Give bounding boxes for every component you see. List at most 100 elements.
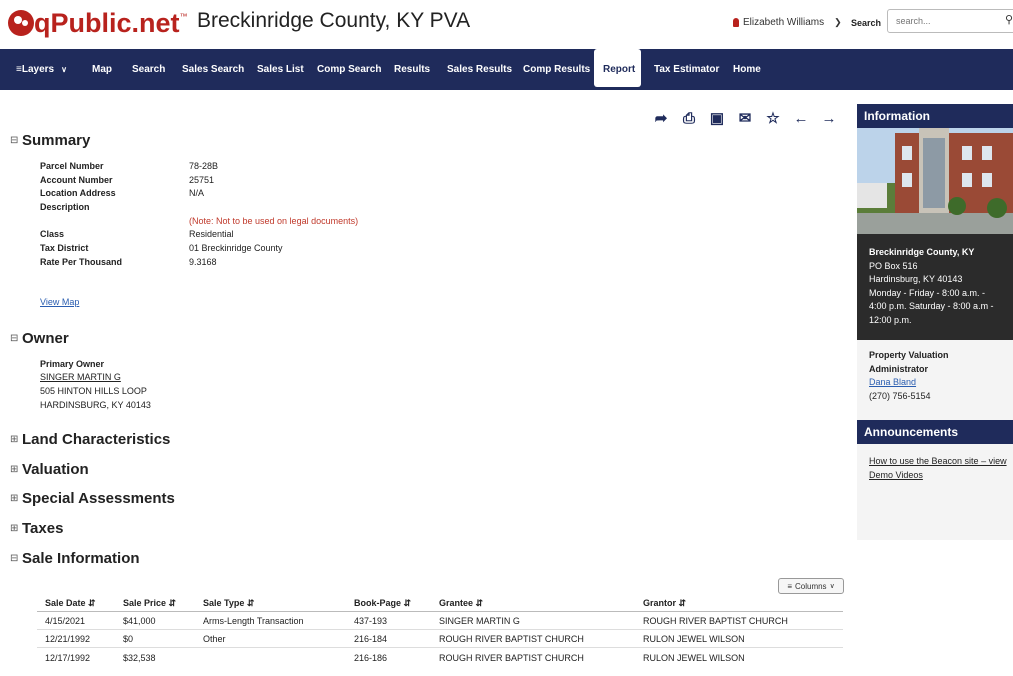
logo-trademark: ™ [179, 12, 188, 21]
nav-sales-search[interactable]: Sales Search [182, 49, 244, 90]
office-name: Breckinridge County, KY [869, 247, 975, 257]
nav-layers[interactable]: ≡Layers ∨ [16, 49, 67, 90]
chevron-down-icon: ∨ [829, 583, 835, 590]
nav-map[interactable]: Map [92, 49, 112, 90]
table-row-divider [37, 647, 843, 648]
office-city: Hardinsburg, KY 40143 [869, 274, 963, 284]
description-label: Description [40, 202, 90, 212]
search-input[interactable] [887, 9, 1013, 33]
nav-home[interactable]: Home [733, 49, 761, 90]
site-title: Breckinridge County, KY PVA [197, 9, 471, 32]
courthouse-photo [857, 128, 1013, 234]
star-icon[interactable]: ☆ [765, 110, 781, 127]
pva-info: Property Valuation Administrator Dana Bl… [869, 349, 1009, 403]
logo-text: qPublic.net [34, 8, 180, 38]
table-cell: 437-193 [354, 616, 388, 626]
summary-section-title[interactable]: ⊟ Summary [10, 132, 90, 149]
taxes-section[interactable]: ⊞ Taxes [10, 520, 63, 537]
summary-title: Summary [22, 132, 91, 149]
sale-information-section-title[interactable]: ⊟ Sale Information [10, 550, 140, 567]
pva-name-link[interactable]: Dana Bland [869, 376, 1009, 390]
table-cell: ROUGH RIVER BAPTIST CHURCH [439, 634, 584, 644]
owner-title: Owner [22, 330, 69, 347]
valuation-section[interactable]: ⊞ Valuation [10, 461, 89, 478]
book-page-header[interactable]: Book-Page ⇵ [354, 598, 411, 609]
land-characteristics-title: Land Characteristics [22, 431, 171, 448]
user-name: Elizabeth Williams [743, 17, 825, 28]
header-label: Sale Price [123, 598, 167, 608]
office-hours: Monday - Friday - 8:00 a.m. - 4:00 p.m. … [869, 287, 994, 325]
table-cell: SINGER MARTIN G [439, 616, 520, 626]
owner-address-line2: HARDINSBURG, KY 40143 [40, 400, 151, 410]
user-menu[interactable]: Elizabeth Williams ❯ [733, 17, 842, 28]
owner-section-title[interactable]: ⊟ Owner [10, 330, 69, 347]
nav-results[interactable]: Results [394, 49, 430, 90]
chevron-down-icon: ❯ [834, 17, 842, 27]
tax-district-label: Tax District [40, 243, 89, 253]
table-header-divider [37, 611, 843, 612]
account-number-value: 25751 [189, 175, 215, 185]
search-icon[interactable]: ⚲ [1005, 13, 1013, 26]
table-cell: RULON JEWEL WILSON [643, 634, 745, 644]
sale-date-header[interactable]: Sale Date ⇵ [45, 598, 96, 609]
nav-tax-estimator[interactable]: Tax Estimator [654, 49, 719, 90]
print-icon[interactable]: ⎙ [681, 110, 697, 127]
valuation-title: Valuation [22, 461, 89, 478]
email-icon[interactable]: ✉ [737, 110, 753, 127]
image-icon[interactable]: ▣ [709, 110, 725, 127]
legal-note: (Note: Not to be used on legal documents… [189, 216, 359, 226]
table-cell: 216-184 [354, 634, 388, 644]
parcel-number-value: 78-28B [189, 161, 219, 171]
search-label: Search [851, 18, 882, 28]
expand-icon: ⊞ [10, 523, 19, 534]
expand-icon: ⊞ [10, 434, 19, 445]
special-assessments-section[interactable]: ⊞ Special Assessments [10, 490, 175, 507]
nav-sales-results[interactable]: Sales Results [447, 49, 512, 90]
special-assessments-title: Special Assessments [22, 490, 175, 507]
sale-information-title: Sale Information [22, 550, 140, 567]
owner-address-line1: 505 HINTON HILLS LOOP [40, 386, 147, 396]
account-number-label: Account Number [40, 175, 113, 185]
grantor-header[interactable]: Grantor ⇵ [643, 598, 686, 609]
nav-comp-search[interactable]: Comp Search [317, 49, 381, 90]
collapse-icon: ⊟ [10, 333, 19, 344]
top-header: qPublic.net ™ Breckinridge County, KY PV… [0, 0, 1013, 46]
arrow-right-icon[interactable]: → [821, 110, 837, 127]
qpublic-logo[interactable]: qPublic.net ™ [8, 6, 188, 40]
office-po-box: PO Box 516 [869, 260, 918, 271]
tax-district-value: 01 Breckinridge County [189, 243, 283, 253]
grantee-header[interactable]: Grantee ⇵ [439, 598, 483, 609]
location-address-value: N/A [189, 188, 205, 198]
taxes-title: Taxes [22, 520, 64, 537]
nav-report[interactable]: Report [603, 49, 635, 90]
view-map-link[interactable]: View Map [40, 297, 79, 307]
table-cell: Arms-Length Transaction [203, 616, 304, 626]
announcement-link[interactable]: How to use the Beacon site – view Demo V… [869, 455, 1013, 482]
expand-icon: ⊞ [10, 493, 19, 504]
share-icon[interactable]: ➦ [653, 110, 669, 127]
header-label: Book-Page [354, 598, 402, 608]
rate-value: 9.3168 [189, 257, 217, 267]
primary-owner-label: Primary Owner [40, 359, 105, 369]
chevron-down-icon: ∨ [61, 65, 67, 74]
nav-sales-list[interactable]: Sales List [257, 49, 304, 90]
courthouse-image [857, 128, 1013, 234]
nav-comp-results[interactable]: Comp Results [523, 49, 590, 90]
arrow-left-icon[interactable]: ← [793, 110, 809, 127]
report-toolbar: ➦ ⎙ ▣ ✉ ☆ ← → [653, 110, 837, 128]
parcel-number-label: Parcel Number [40, 161, 104, 171]
office-info-box: Breckinridge County, KY PO Box 516 Hardi… [857, 234, 1013, 340]
land-characteristics-section[interactable]: ⊞ Land Characteristics [10, 431, 170, 448]
nav-search[interactable]: Search [132, 49, 165, 90]
table-cell: 4/15/2021 [45, 616, 86, 626]
header-label: Sale Date [45, 598, 86, 608]
columns-button[interactable]: ≡ Columns ∨ [778, 578, 844, 594]
table-cell: 12/17/1992 [45, 653, 91, 663]
header-label: Sale Type [203, 598, 245, 608]
class-value: Residential [189, 229, 234, 239]
main-nav: ≡Layers ∨ Map Search Sales Search Sales L… [0, 49, 1013, 90]
sale-price-header[interactable]: Sale Price ⇵ [123, 598, 176, 609]
pva-title: Property Valuation Administrator [869, 350, 949, 374]
sale-type-header[interactable]: Sale Type ⇵ [203, 598, 254, 609]
owner-name-link[interactable]: SINGER MARTIN G [40, 372, 121, 382]
